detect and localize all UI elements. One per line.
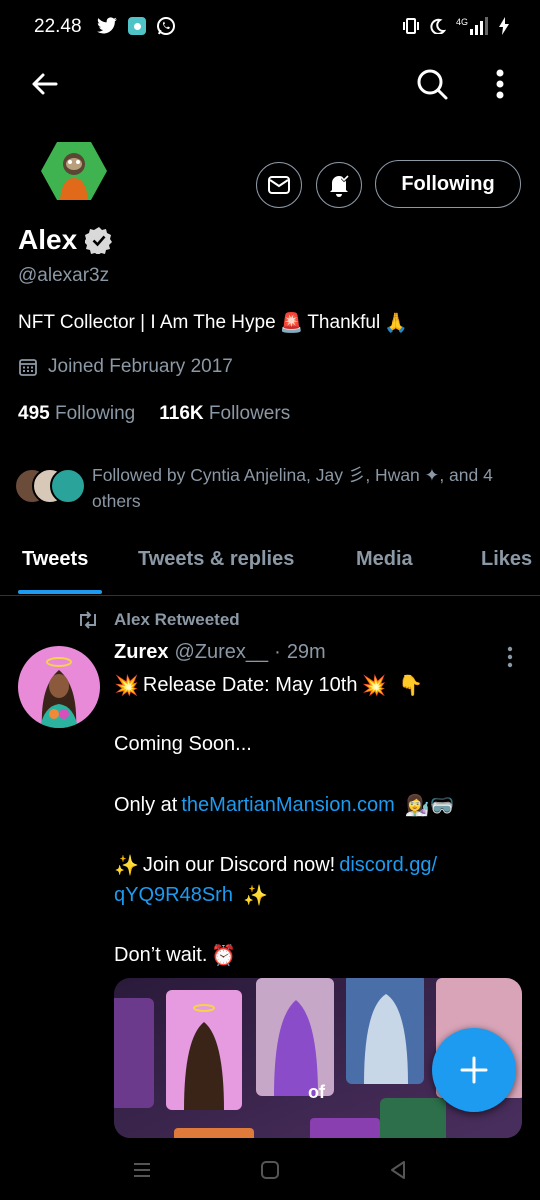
active-tab-indicator [18, 590, 102, 594]
notifications-button[interactable] [316, 162, 362, 208]
status-system-icons: 4G [402, 16, 510, 36]
tweet-more-button[interactable] [500, 644, 520, 670]
follow-counts: 495 Following 116K Followers [18, 403, 290, 425]
followers-count: 116K [159, 403, 204, 424]
tweet-text-dont-wait: Don’t wait. [114, 944, 208, 966]
following-count-link[interactable]: 495 Following [18, 403, 135, 425]
profile-bio: NFT Collector | I Am The Hype 🚨 Thankful… [18, 311, 408, 335]
bell-check-icon [330, 174, 350, 197]
followed-by[interactable]: Followed by Cyntia Anjelina, Jay 彡, Hwan… [14, 460, 534, 516]
back-nav-button[interactable] [384, 1156, 412, 1184]
status-time: 22.48 [34, 16, 82, 37]
calendar-icon [19, 359, 37, 376]
bio-text-1: NFT Collector | I Am The Hype [18, 312, 276, 333]
search-icon [417, 69, 448, 100]
following-label: Following [54, 403, 136, 424]
status-notification-icons [96, 16, 176, 36]
joined-date: Joined February 2017 [18, 356, 233, 378]
tweet-author-avatar[interactable] [18, 646, 100, 728]
app-icon [128, 17, 146, 35]
tweet-header: Zurex @Zurex__ · 29m [114, 641, 326, 664]
sparkles-emoji: ✨ [114, 855, 139, 877]
tweet-line-2: Coming Soon... [114, 733, 252, 755]
bio-text-2: Thankful [307, 312, 381, 333]
profile-tabs: Tweets Tweets & replies Media Likes [0, 528, 540, 596]
vibrate-icon [402, 18, 419, 34]
verified-badge-icon [85, 227, 113, 254]
tweet-line-5: qYQ9R48Srh ✨ [114, 883, 268, 908]
tweet-link-discord[interactable]: discord.gg/ [339, 854, 437, 877]
home-button[interactable] [256, 1156, 284, 1184]
tweet-author-handle[interactable]: @Zurex__ [174, 641, 268, 664]
more-options-button[interactable] [486, 62, 514, 106]
retweet-label: Alex Retweeted [114, 610, 240, 629]
tab-media[interactable]: Media [356, 548, 413, 571]
search-button[interactable] [410, 62, 454, 106]
explosion-emoji: 💥 [114, 675, 139, 697]
bio-emoji-1: 🚨 [279, 313, 304, 334]
signal-icon: 4G [456, 17, 488, 35]
sparkles-emoji: ✨ [242, 885, 268, 907]
tweet-text-discord: Join our Discord now! [142, 854, 336, 876]
scientist-goggles-emoji: 👩‍🔬🥽 [404, 795, 455, 817]
menu-lines-icon [134, 1163, 150, 1177]
profile-handle: @alexar3z [18, 265, 110, 286]
recents-button[interactable] [128, 1156, 156, 1184]
tweet-line-4: ✨ Join our Discord now! discord.gg/ [114, 853, 437, 878]
whatsapp-icon [157, 17, 175, 35]
tweet-text-only-at: Only at [114, 794, 178, 816]
retweet-context[interactable]: Alex Retweeted [76, 610, 240, 630]
more-vertical-icon [496, 69, 504, 99]
top-bar [0, 56, 540, 112]
mail-icon [268, 176, 290, 194]
status-bar: 22.48 4G [0, 0, 540, 56]
followers-count-link[interactable]: 116K Followers [159, 403, 290, 425]
avatar [50, 468, 86, 504]
media-caption: of [308, 1082, 325, 1102]
followed-by-avatars [14, 468, 86, 504]
charging-icon [499, 17, 509, 35]
network-type: 4G [455, 17, 468, 27]
tab-tweets-replies[interactable]: Tweets & replies [138, 548, 294, 571]
retweet-icon [80, 611, 96, 629]
back-button[interactable] [24, 64, 64, 104]
pointing-down-emoji: 👇 [398, 675, 424, 697]
tab-tweets[interactable]: Tweets [22, 548, 88, 571]
joined-text: Joined February 2017 [48, 356, 233, 377]
profile-avatar[interactable] [40, 140, 108, 202]
profile-name-row: Alex [18, 224, 113, 256]
alarm-clock-emoji: ⏰ [211, 945, 237, 967]
tweet-line-3: Only at theMartianMansion.com 👩‍🔬🥽 [114, 793, 455, 818]
following-button[interactable]: Following [375, 160, 521, 208]
tweet-time: 29m [286, 641, 326, 663]
tweet-link-martian[interactable]: theMartianMansion.com [181, 794, 394, 817]
tweet-link-discord-code[interactable]: qYQ9R48Srh [114, 884, 233, 907]
message-button[interactable] [256, 162, 302, 208]
followed-by-text: Followed by Cyntia Anjelina, Jay 彡, Hwan… [92, 465, 493, 511]
dnd-moon-icon [430, 18, 446, 34]
tweet-separator: · [274, 641, 281, 663]
more-vertical-icon [507, 646, 513, 668]
system-nav-bar [0, 1138, 540, 1200]
tab-likes[interactable]: Likes [481, 548, 532, 571]
home-square-icon [261, 1161, 279, 1179]
tweet-line-1: 💥 Release Date: May 10th 💥 👇 [114, 673, 423, 698]
following-count: 495 [18, 403, 50, 424]
plus-icon [460, 1056, 488, 1084]
tweet-line-6: Don’t wait. ⏰ [114, 943, 236, 968]
triangle-back-icon [391, 1161, 405, 1179]
profile-name: Alex [18, 224, 78, 255]
twitter-icon [97, 17, 117, 34]
tweet-author-name[interactable]: Zurex [114, 641, 168, 664]
compose-tweet-button[interactable] [432, 1028, 516, 1112]
explosion-emoji: 💥 [361, 675, 387, 697]
bio-emoji-2: 🙏 [384, 313, 408, 334]
back-arrow-icon [32, 73, 58, 95]
tweet-text-release: Release Date: May 10th [142, 674, 358, 696]
followers-label: Followers [208, 403, 291, 424]
